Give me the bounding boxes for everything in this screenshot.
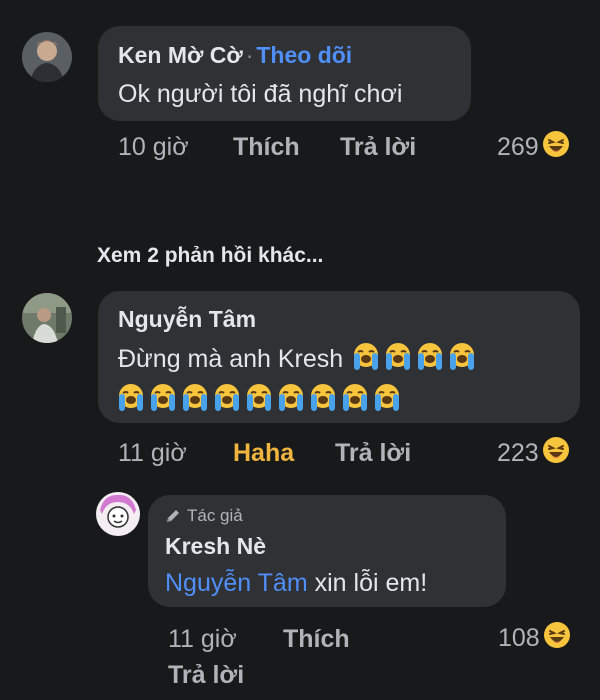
avatar-ken[interactable]: [22, 32, 72, 82]
loudly-crying-face-icon: [340, 382, 370, 417]
reaction-count: 223: [497, 439, 539, 467]
haha-emoji-icon: [542, 436, 570, 471]
reply-text-body: xin lỗi em!: [314, 569, 428, 597]
loudly-crying-face-icon: [180, 382, 210, 417]
comment-text: Đừng mà anh Kresh: [118, 341, 477, 378]
reply-time[interactable]: 11 giờ: [168, 625, 237, 654]
pencil-icon: [167, 510, 179, 522]
reaction-summary[interactable]: 223: [497, 436, 570, 471]
avatar-nguyen-tam[interactable]: [22, 293, 72, 343]
loudly-crying-face-icon: [383, 341, 413, 378]
like-button[interactable]: Thích: [233, 133, 300, 162]
comment-time[interactable]: 10 giờ: [118, 133, 189, 162]
loudly-crying-face-icon: [212, 382, 242, 417]
follow-button[interactable]: Theo dõi: [256, 42, 352, 68]
reply-button[interactable]: Trả lời: [340, 133, 416, 162]
loudly-crying-face-icon: [351, 341, 381, 378]
loudly-crying-face-icon: [116, 382, 146, 417]
comment-text-line1: Đừng mà anh Kresh: [118, 345, 344, 373]
loudly-crying-face-icon: [276, 382, 306, 417]
author-name-text[interactable]: Ken Mờ Cờ: [118, 42, 243, 68]
reaction-summary[interactable]: 269: [497, 130, 570, 165]
like-button[interactable]: Thích: [283, 625, 350, 654]
reaction-count: 269: [497, 133, 539, 161]
reply-author-name[interactable]: Kresh Nè: [165, 533, 266, 560]
haha-emoji-icon: [542, 130, 570, 165]
loudly-crying-face-icon: [148, 382, 178, 417]
separator-dot: ·: [245, 42, 254, 68]
comment-author-name[interactable]: Ken Mờ Cờ · Theo dõi: [118, 42, 352, 69]
reply-button[interactable]: Trả lời: [335, 439, 411, 468]
author-tag: Tác giả: [165, 506, 243, 526]
haha-reaction-button[interactable]: Haha: [233, 439, 294, 468]
loudly-crying-face-icon: [447, 341, 477, 378]
author-tag-label: Tác giả: [187, 506, 243, 525]
loudly-crying-face-icon: [244, 382, 274, 417]
avatar-kresh[interactable]: [96, 492, 140, 536]
crying-emoji-row: [351, 341, 477, 378]
comment-author-name[interactable]: Nguyễn Tâm: [118, 306, 256, 333]
reply-button[interactable]: Trả lời: [168, 661, 244, 690]
view-more-replies-link[interactable]: Xem 2 phản hồi khác...: [97, 244, 323, 268]
comment-text: Ok người tôi đã nghĩ chơi: [118, 80, 403, 108]
loudly-crying-face-icon: [308, 382, 338, 417]
haha-emoji-icon: [543, 621, 571, 656]
reaction-summary[interactable]: 108: [498, 621, 571, 656]
loudly-crying-face-icon: [415, 341, 445, 378]
mention-link[interactable]: Nguyễn Tâm: [165, 569, 308, 597]
reaction-count: 108: [498, 624, 540, 652]
comment-time[interactable]: 11 giờ: [118, 439, 187, 468]
reply-text: Nguyễn Tâm xin lỗi em!: [165, 569, 427, 598]
crying-emoji-row: [116, 382, 402, 417]
loudly-crying-face-icon: [372, 382, 402, 417]
